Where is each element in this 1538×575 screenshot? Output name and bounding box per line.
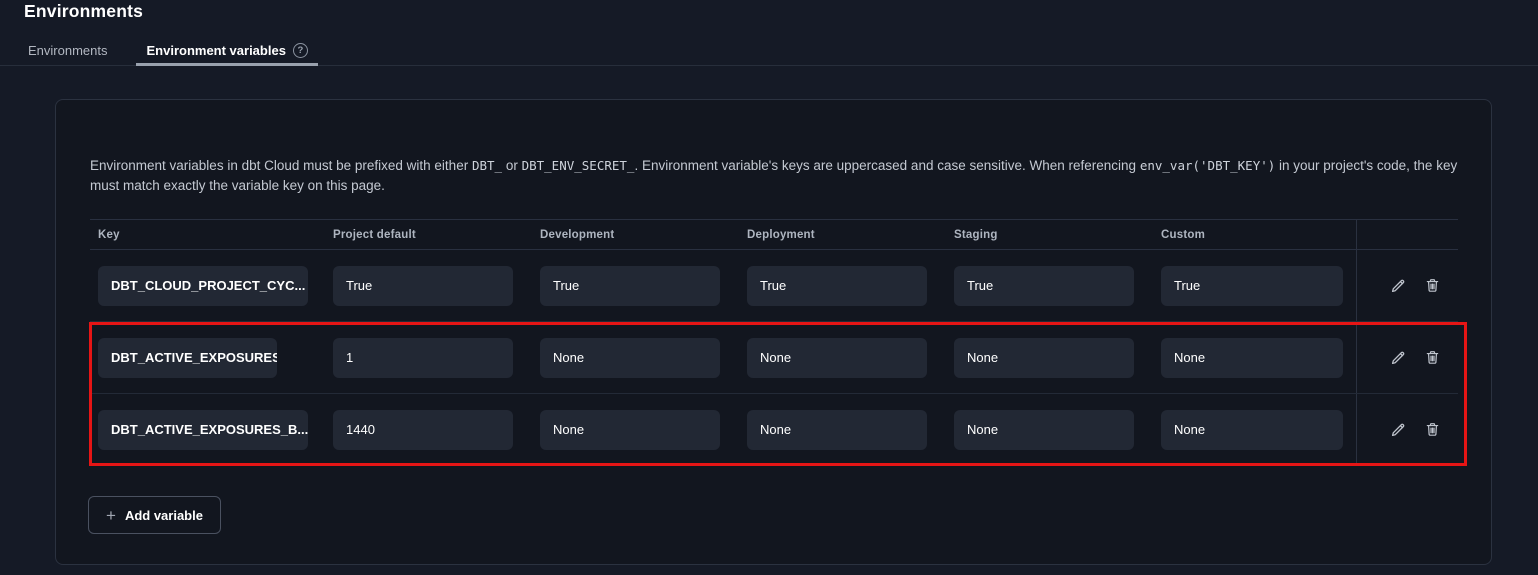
code-dbt-env-secret-prefix: DBT_ENV_SECRET_: [522, 158, 635, 173]
table-row: DBT_CLOUD_PROJECT_CYC... True True True …: [90, 250, 1458, 322]
header-custom: Custom: [1153, 229, 1356, 241]
table-header-row: Key Project default Development Deployme…: [90, 219, 1458, 250]
tab-bar: Environments Environment variables ?: [0, 36, 1538, 66]
pencil-icon: [1389, 349, 1407, 367]
custom-value-chip: None: [1161, 338, 1343, 378]
development-value-chip: True: [540, 266, 720, 306]
deployment-value-chip: True: [747, 266, 927, 306]
header-development: Development: [532, 229, 739, 241]
variable-key-chip: DBT_ACTIVE_EXPOSURES_B...: [98, 410, 308, 450]
description-text: Environment variables in dbt Cloud must …: [90, 156, 1458, 196]
description-segment: Environment variables in dbt Cloud must …: [90, 158, 472, 173]
description-segment: or: [502, 158, 522, 173]
edit-variable-button[interactable]: [1388, 348, 1408, 368]
add-variable-button[interactable]: + Add variable: [88, 496, 221, 534]
tab-environment-variables-label: Environment variables: [146, 43, 285, 58]
header-staging: Staging: [946, 229, 1153, 241]
plus-icon: +: [106, 507, 116, 524]
project-default-value-chip: True: [333, 266, 513, 306]
header-deployment: Deployment: [739, 229, 946, 241]
trash-icon: [1424, 349, 1441, 366]
description-segment: . Environment variable's keys are upperc…: [634, 158, 1139, 173]
staging-value-chip: None: [954, 338, 1134, 378]
deployment-value-chip: None: [747, 338, 927, 378]
staging-value-chip: None: [954, 410, 1134, 450]
trash-icon: [1424, 277, 1441, 294]
development-value-chip: None: [540, 338, 720, 378]
page-title: Environments: [24, 1, 143, 22]
variable-key-chip: DBT_ACTIVE_EXPOSURES: [98, 338, 277, 378]
delete-variable-button[interactable]: [1422, 276, 1442, 296]
delete-variable-button[interactable]: [1422, 348, 1442, 368]
tab-environment-variables[interactable]: Environment variables ?: [142, 36, 311, 65]
deployment-value-chip: None: [747, 410, 927, 450]
header-project-default: Project default: [325, 229, 532, 241]
custom-value-chip: None: [1161, 410, 1343, 450]
development-value-chip: None: [540, 410, 720, 450]
tab-environments[interactable]: Environments: [24, 36, 111, 65]
help-icon[interactable]: ?: [293, 43, 308, 58]
staging-value-chip: True: [954, 266, 1134, 306]
pencil-icon: [1389, 421, 1407, 439]
environment-variables-table: Key Project default Development Deployme…: [90, 219, 1458, 466]
variable-key-chip: DBT_CLOUD_PROJECT_CYC...: [98, 266, 308, 306]
custom-value-chip: True: [1161, 266, 1343, 306]
table-row: DBT_ACTIVE_EXPOSURES_B... 1440 None None…: [90, 394, 1458, 466]
pencil-icon: [1389, 277, 1407, 295]
delete-variable-button[interactable]: [1422, 420, 1442, 440]
code-env-var-call: env_var('DBT_KEY'): [1140, 158, 1275, 173]
header-key: Key: [90, 229, 325, 241]
project-default-value-chip: 1: [333, 338, 513, 378]
code-dbt-prefix: DBT_: [472, 158, 502, 173]
add-variable-label: Add variable: [125, 508, 203, 523]
header-actions-spacer: [1356, 220, 1458, 249]
edit-variable-button[interactable]: [1388, 420, 1408, 440]
project-default-value-chip: 1440: [333, 410, 513, 450]
table-row: DBT_ACTIVE_EXPOSURES 1 None None None No…: [90, 322, 1458, 394]
edit-variable-button[interactable]: [1388, 276, 1408, 296]
environment-variables-card: Environment variables in dbt Cloud must …: [55, 99, 1492, 565]
trash-icon: [1424, 421, 1441, 438]
